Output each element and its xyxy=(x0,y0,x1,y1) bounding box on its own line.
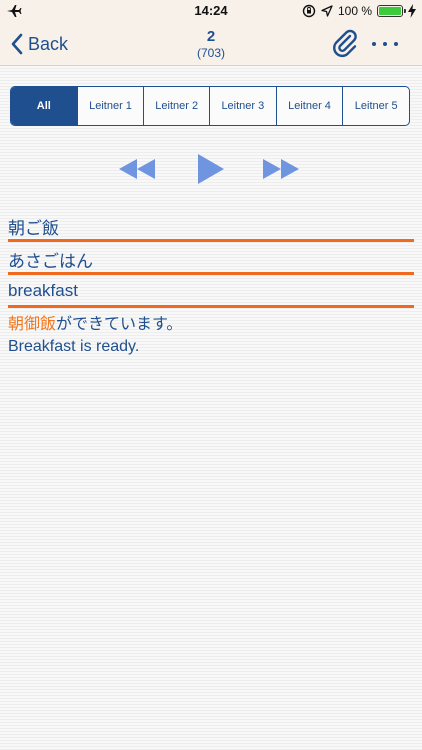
divider xyxy=(8,239,414,242)
location-icon xyxy=(321,5,333,17)
example-translation: Breakfast is ready. xyxy=(8,338,140,355)
more-icon[interactable] xyxy=(372,32,398,56)
playback-controls xyxy=(0,150,422,190)
divider xyxy=(8,272,414,275)
battery-icon xyxy=(377,5,406,17)
play-icon[interactable] xyxy=(197,153,225,185)
card-meaning: breakfast xyxy=(8,281,78,300)
segment-leitner-2[interactable]: Leitner 2 xyxy=(143,87,209,125)
battery-percent: 100 % xyxy=(337,4,372,18)
card-kanji: 朝ご飯 xyxy=(8,219,59,238)
example-rest: ができています。 xyxy=(56,316,183,333)
segment-leitner-4[interactable]: Leitner 4 xyxy=(275,87,343,125)
segment-leitner-3[interactable]: Leitner 3 xyxy=(209,87,276,125)
segment-leitner-1[interactable]: Leitner 1 xyxy=(76,87,144,125)
battery-fill xyxy=(379,7,401,15)
paperclip-icon[interactable] xyxy=(330,29,360,59)
card-reading: あさごはん xyxy=(8,252,93,271)
segment-all[interactable]: All xyxy=(11,87,77,125)
leitner-filter: All Leitner 1 Leitner 2 Leitner 3 Leitne… xyxy=(10,86,410,126)
divider xyxy=(8,305,414,308)
charging-icon xyxy=(408,4,416,18)
example-japanese: 朝御飯ができています。 xyxy=(8,314,414,336)
orientation-lock-icon xyxy=(302,4,316,18)
more-dot xyxy=(372,42,376,46)
more-dot xyxy=(383,42,387,46)
example-sentence: 朝御飯ができています。 Breakfast is ready. xyxy=(8,314,414,358)
fast-forward-icon[interactable] xyxy=(262,158,300,180)
more-dot xyxy=(394,42,398,46)
status-bar: 14:24 100 % xyxy=(0,0,422,22)
segment-leitner-5[interactable]: Leitner 5 xyxy=(342,87,409,125)
example-highlight: 朝御飯 xyxy=(8,316,57,333)
status-right: 100 % xyxy=(302,3,416,19)
rewind-icon[interactable] xyxy=(118,158,156,180)
navigation-bar: Back 2 (703) xyxy=(0,22,422,66)
